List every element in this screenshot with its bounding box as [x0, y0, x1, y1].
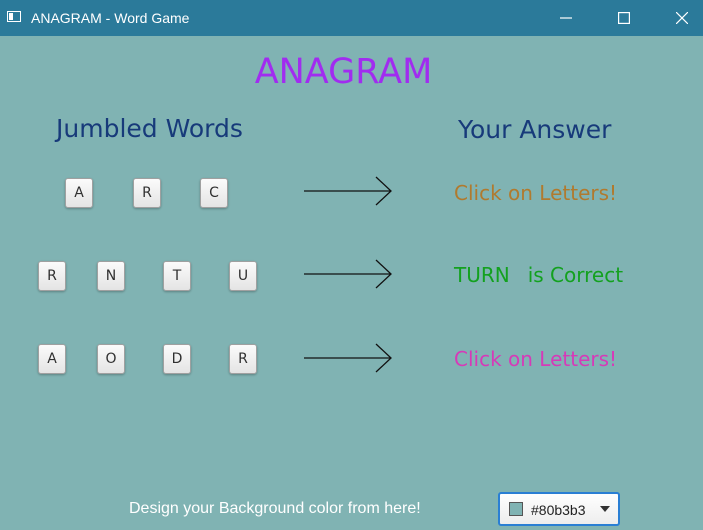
letter-tile[interactable]: N	[97, 261, 125, 291]
letter-tile[interactable]: U	[229, 261, 257, 291]
close-icon	[676, 12, 688, 24]
answer-status: is Correct	[527, 263, 624, 287]
letter-tile[interactable]: A	[65, 178, 93, 208]
window-icon	[7, 11, 21, 22]
maximize-button[interactable]	[601, 0, 647, 36]
letter-tile[interactable]: R	[38, 261, 66, 291]
background-color-picker[interactable]: #80b3b3	[498, 492, 620, 526]
letter-tile[interactable]: R	[133, 178, 161, 208]
letter-tile[interactable]: O	[97, 344, 125, 374]
title-bar: ANAGRAM - Word Game	[0, 0, 703, 36]
app-title: ANAGRAM	[254, 52, 433, 92]
your-answer-heading: Your Answer	[458, 115, 612, 144]
background-color-label: Design your Background color from here!	[129, 500, 421, 517]
chevron-down-icon	[600, 506, 610, 512]
maximize-icon	[618, 12, 630, 24]
letter-tile[interactable]: T	[163, 261, 191, 291]
answer-word: TURN	[454, 263, 510, 287]
right-arrow-icon	[304, 343, 392, 373]
answer-text: TURN is Correct	[454, 262, 623, 288]
minimize-button[interactable]	[543, 0, 589, 36]
letter-tile[interactable]: C	[200, 178, 228, 208]
jumbled-words-heading: Jumbled Words	[56, 114, 243, 143]
close-button[interactable]	[659, 0, 703, 36]
answer-text: Click on Letters!	[454, 347, 618, 371]
window-title: ANAGRAM - Word Game	[31, 10, 190, 26]
letter-tile[interactable]: R	[229, 344, 257, 374]
color-value: #80b3b3	[531, 502, 586, 518]
color-swatch	[509, 502, 523, 516]
letter-tile[interactable]: A	[38, 344, 66, 374]
letter-tile[interactable]: D	[163, 344, 191, 374]
answer-text: Click on Letters!	[454, 181, 618, 205]
right-arrow-icon	[304, 259, 392, 289]
minimize-icon	[560, 17, 572, 19]
right-arrow-icon	[304, 176, 392, 206]
